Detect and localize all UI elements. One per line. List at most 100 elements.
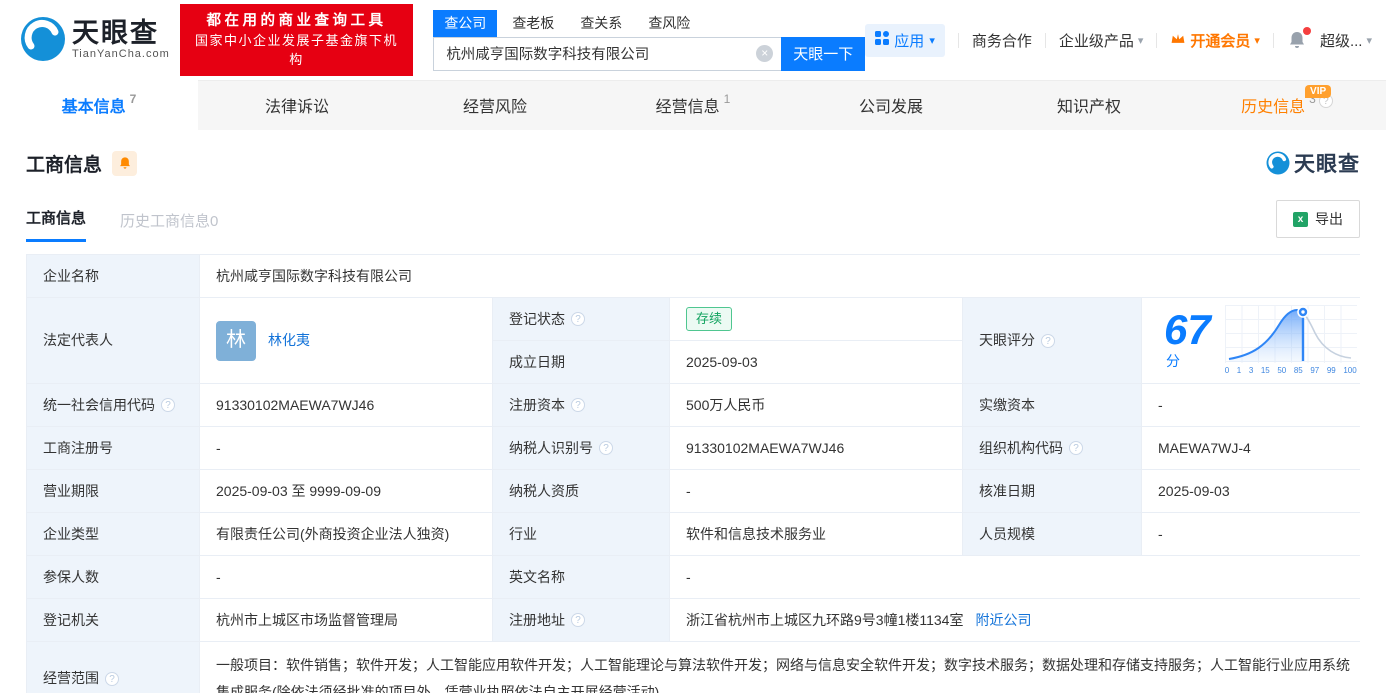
reg-status-label: 登记状态 ? — [493, 298, 669, 340]
divider — [1272, 32, 1274, 48]
help-icon[interactable]: ? — [599, 441, 613, 455]
industry-value: 软件和信息技术服务业 — [670, 513, 962, 555]
chevron-down-icon: ▾ — [929, 34, 935, 47]
tick: 50 — [1277, 365, 1287, 375]
nav-enterprise-products[interactable]: 企业级产品 ▾ — [1059, 30, 1144, 51]
brand-logo[interactable]: 天眼查 TianYanCha.com — [20, 16, 170, 65]
business-info-table: 企业名称 杭州咸亨国际数字科技有限公司 法定代表人 林 林化夷 登记状态 ? 存… — [26, 254, 1367, 693]
avatar[interactable]: 林 — [216, 320, 256, 361]
label-text: 登记状态 — [509, 310, 565, 327]
address-label: 注册地址 ? — [493, 599, 669, 641]
slogan-line1: 都在用的商业查询工具 — [206, 12, 387, 29]
tick: 85 — [1293, 365, 1303, 375]
search-input[interactable] — [446, 45, 757, 62]
nav-vip-label: 开通会员 — [1190, 32, 1251, 50]
tab-label: 法律诉讼 — [264, 99, 329, 116]
nav-enterprise-label: 企业级产品 — [1058, 32, 1134, 50]
help-icon[interactable]: ? — [1041, 333, 1055, 348]
term-value: 2025-09-03 至 9999-09-09 — [200, 470, 492, 512]
tab-intellectual-property[interactable]: 知识产权 — [990, 80, 1188, 130]
nav-cooperation[interactable]: 商务合作 — [972, 30, 1032, 51]
tab-count: 1 — [723, 92, 731, 106]
score-cell: 67分 0 1 3 15 50 85 97 99 100 — [1142, 298, 1367, 383]
org-code-label: 组织机构代码 ? — [963, 427, 1141, 469]
paid-capital-label: 实缴资本 — [963, 384, 1141, 426]
tab-label: 基本信息 — [61, 99, 126, 116]
tab-label: 经营风险 — [462, 99, 527, 116]
taxpayer-id-value: 91330102MAEWA7WJ46 — [670, 427, 962, 469]
tick: 99 — [1326, 365, 1336, 375]
tab-operation-info[interactable]: 经营信息 1 — [594, 80, 792, 130]
tick: 1 — [1236, 365, 1242, 375]
term-label: 营业期限 — [27, 470, 199, 512]
subtab-history-business-info[interactable]: 历史工商信息0 — [120, 210, 218, 242]
approval-date-label: 核准日期 — [963, 470, 1141, 512]
help-icon[interactable]: ? — [571, 312, 585, 326]
tab-basic-info[interactable]: 基本信息 7 — [0, 80, 198, 130]
clear-icon[interactable]: × — [756, 45, 774, 62]
tab-label: 知识产权 — [1056, 99, 1121, 116]
nav-super-account[interactable]: 超级... ▾ — [1320, 30, 1372, 51]
label-text: 注册资本 — [509, 396, 565, 413]
score-axis-ticks: 0 1 3 15 50 85 97 99 100 — [1225, 365, 1357, 377]
search-area: 查公司 查老板 查关系 查风险 × 天眼一下 — [433, 9, 866, 71]
nav-apps-label: 应用 — [894, 32, 925, 50]
label-text: 统一社会信用代码 — [43, 396, 155, 413]
legal-rep-link[interactable]: 林化夷 — [268, 330, 310, 350]
subscribe-bell-icon[interactable] — [112, 150, 138, 176]
est-date-value: 2025-09-03 — [670, 341, 962, 383]
score-unit: 分 — [1166, 353, 1180, 370]
brand-name: 天眼查 — [72, 18, 159, 49]
label-text: 天眼评分 — [979, 332, 1035, 349]
label-text: 注册地址 — [509, 611, 565, 628]
english-name-label: 英文名称 — [493, 556, 669, 598]
score-distribution-chart[interactable]: 0 1 3 15 50 85 97 99 100 — [1224, 304, 1357, 377]
tab-label: 公司发展 — [858, 99, 923, 116]
export-button[interactable]: x 导出 — [1276, 200, 1360, 238]
search-tab-risk[interactable]: 查风险 — [637, 10, 701, 37]
label-text: 经营范围 — [43, 670, 99, 687]
company-name-value: 杭州咸亨国际数字科技有限公司 — [200, 255, 1367, 297]
help-icon[interactable]: ? — [571, 613, 585, 627]
nav-apps[interactable]: 应用 ▾ — [865, 23, 945, 57]
help-icon[interactable]: ? — [105, 671, 119, 686]
search-tab-relation[interactable]: 查关系 — [569, 10, 633, 37]
staff-size-value: - — [1142, 513, 1367, 555]
crown-icon — [1170, 32, 1186, 49]
section-header: 工商信息 天眼查 — [26, 148, 1360, 178]
tab-legal-proceedings[interactable]: 法律诉讼 — [198, 80, 396, 130]
insured-label: 参保人数 — [27, 556, 199, 598]
tab-label: 历史信息 — [1241, 99, 1306, 116]
search-tab-boss[interactable]: 查老板 — [501, 10, 565, 37]
nav-open-vip[interactable]: 开通会员 ▾ — [1170, 30, 1260, 51]
score-label: 天眼评分 ? — [963, 298, 1141, 383]
taxpayer-id-label: 纳税人识别号 ? — [493, 427, 669, 469]
nav-super-label: 超级... — [1319, 32, 1363, 50]
paid-capital-value: - — [1142, 384, 1367, 426]
english-name-value: - — [670, 556, 1367, 598]
nearby-companies-link[interactable]: 附近公司 — [975, 610, 1031, 630]
tick: 97 — [1310, 365, 1320, 375]
search-tabs: 查公司 查老板 查关系 查风险 — [433, 9, 865, 37]
notification-bell-icon[interactable] — [1287, 27, 1311, 50]
chevron-down-icon: ▾ — [1366, 34, 1372, 47]
search-tab-company[interactable]: 查公司 — [433, 9, 498, 37]
address-text: 浙江省杭州市上城区九环路9号3幢1楼1134室 — [686, 611, 964, 628]
apps-grid-icon — [875, 31, 890, 49]
excel-icon: x — [1293, 211, 1308, 227]
help-icon[interactable]: ? — [1069, 441, 1083, 455]
reg-capital-value: 500万人民币 — [670, 384, 962, 426]
search-button[interactable]: 天眼一下 — [781, 36, 866, 71]
tab-history-info[interactable]: 历史信息 VIP 3 ? — [1188, 80, 1386, 130]
tab-operation-risk[interactable]: 经营风险 — [396, 80, 594, 130]
reg-status-value: 存续 — [670, 298, 962, 340]
staff-size-label: 人员规模 — [963, 513, 1141, 555]
notification-dot — [1302, 27, 1311, 35]
tianyancha-logo-icon — [1266, 151, 1290, 175]
subtab-business-info[interactable]: 工商信息 — [26, 207, 87, 242]
slogan-line2: 国家中小企业发展子基金旗下机构 — [195, 32, 399, 67]
help-icon[interactable]: ? — [571, 398, 585, 412]
help-icon[interactable]: ? — [161, 398, 175, 412]
tab-company-development[interactable]: 公司发展 — [792, 80, 990, 130]
taxpayer-quality-value: - — [670, 470, 962, 512]
